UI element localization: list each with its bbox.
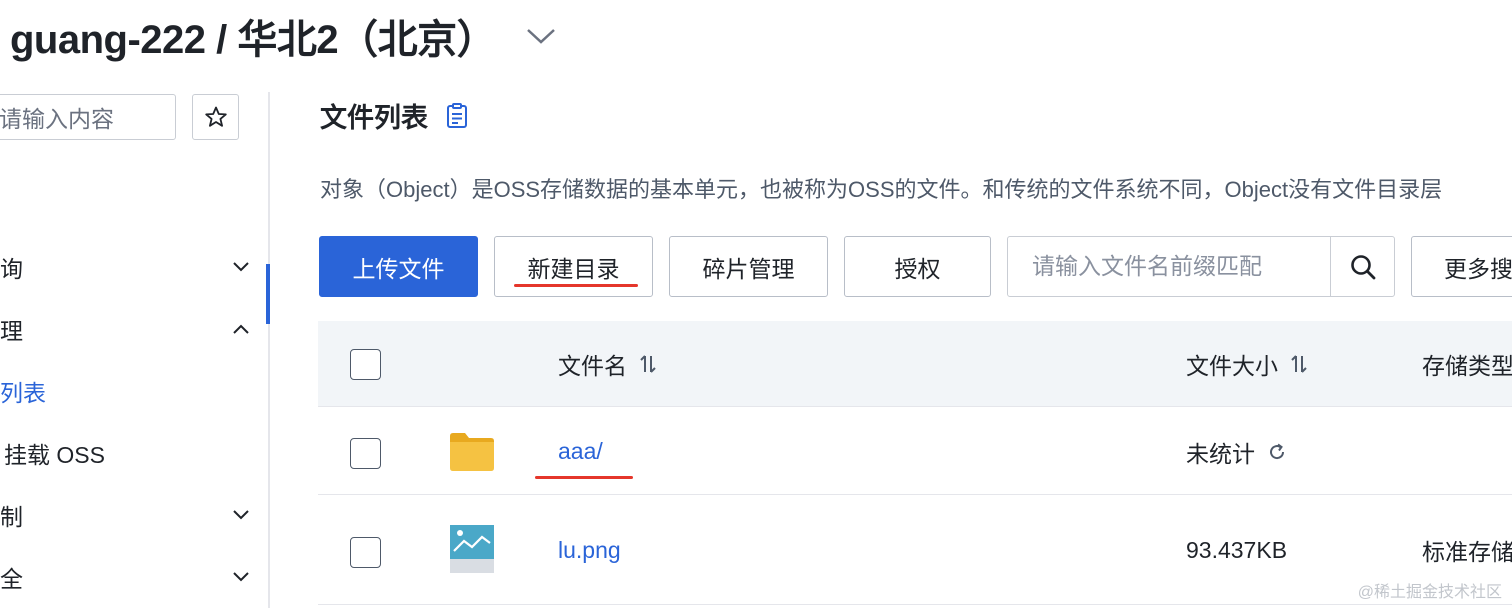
sidebar-item-mount-oss[interactable]: 挂载 OSS (0, 433, 252, 473)
more-search-button[interactable]: 更多搜 (1411, 236, 1512, 297)
image-file-icon (450, 525, 494, 573)
page-title-text: 文件列表 (320, 103, 428, 133)
file-size: 未统计 (1186, 408, 1287, 495)
column-header-label: 存储类型 (1422, 353, 1512, 379)
table-row[interactable]: lu.png 93.437KB 标准存储 (318, 495, 1512, 605)
fragment-management-button[interactable]: 碎片管理 (669, 236, 828, 297)
search-button[interactable] (1330, 237, 1394, 296)
star-icon (204, 106, 227, 127)
upload-file-button[interactable]: 上传文件 (319, 236, 478, 297)
file-search-input[interactable] (1008, 237, 1330, 296)
file-search-box (1007, 236, 1395, 297)
file-name[interactable]: aaa/ (558, 408, 603, 495)
file-size-value: 93.437KB (1186, 536, 1288, 563)
column-header-storage: 存储类型 (1422, 321, 1512, 407)
file-size-value: 未统计 (1186, 440, 1255, 467)
sidebar-item-query[interactable]: 询 (0, 247, 252, 287)
authorize-button[interactable]: 授权 (844, 236, 991, 297)
main-content: 文件列表 对象（Object）是OSS存储数据的基本单元，也被称为OSS的文件。… (318, 92, 1512, 608)
sort-icon[interactable] (1290, 353, 1308, 375)
annotation-underline (535, 476, 633, 479)
sidebar-item-label: 制 (0, 504, 23, 530)
table-row[interactable]: aaa/ 未统计 (318, 408, 1512, 495)
column-header-name[interactable]: 文件名 (558, 321, 657, 407)
storage-type-value: 标准存储 (1422, 539, 1512, 565)
sidebar-active-indicator (266, 264, 270, 324)
file-name-link[interactable]: lu.png (558, 537, 621, 564)
sidebar-item-label: 询 (0, 256, 23, 282)
sidebar-item-label: 理 (0, 318, 23, 344)
chevron-down-icon[interactable] (524, 19, 558, 53)
column-header-label: 文件大小 (1186, 353, 1278, 379)
file-name[interactable]: lu.png (558, 495, 621, 605)
page-title: 文件列表 (320, 96, 468, 135)
sidebar-search-input[interactable]: 请输入内容 (0, 94, 176, 140)
row-checkbox[interactable] (350, 537, 381, 568)
chevron-down-icon (230, 504, 252, 526)
sidebar-item-control[interactable]: 制 (0, 495, 252, 535)
chevron-up-icon (230, 318, 252, 340)
document-icon[interactable] (446, 102, 468, 129)
new-directory-button[interactable]: 新建目录 (494, 236, 653, 297)
sidebar-item-label: 全 (0, 566, 23, 592)
chevron-down-icon (230, 566, 252, 588)
sidebar-item-label: 列表 (0, 380, 46, 406)
favorite-button[interactable] (192, 94, 239, 140)
table-header: 文件名 文件大小 存储类型 (318, 321, 1512, 407)
page-description: 对象（Object）是OSS存储数据的基本单元，也被称为OSS的文件。和传统的文… (320, 177, 1443, 202)
sidebar-item-manage[interactable]: 理 (0, 309, 252, 349)
select-all-checkbox[interactable] (350, 349, 381, 380)
annotation-underline (514, 284, 638, 287)
sidebar-item-file-list[interactable]: 列表 (0, 371, 252, 411)
bucket-title: guang-222 / 华北2（北京） (10, 18, 497, 62)
column-header-label: 文件名 (558, 353, 627, 379)
row-checkbox[interactable] (350, 438, 381, 469)
folder-icon (450, 433, 494, 471)
sidebar-search-placeholder: 请输入内容 (0, 106, 114, 132)
column-header-size[interactable]: 文件大小 (1186, 321, 1308, 407)
file-size: 93.437KB (1186, 495, 1287, 605)
bucket-header: guang-222 / 华北2（北京） (10, 8, 558, 64)
refresh-icon[interactable] (1267, 442, 1287, 462)
sidebar: 请输入内容 询 理 列表 挂载 OSS 制 全 (0, 92, 270, 608)
search-icon (1350, 254, 1375, 279)
file-name-link[interactable]: aaa/ (558, 438, 603, 465)
sidebar-item-security[interactable]: 全 (0, 557, 252, 597)
sort-icon[interactable] (639, 353, 657, 375)
chevron-down-icon (230, 256, 252, 278)
sidebar-item-label: 挂载 OSS (4, 442, 105, 468)
watermark: @稀土掘金技术社区 (1357, 584, 1502, 601)
